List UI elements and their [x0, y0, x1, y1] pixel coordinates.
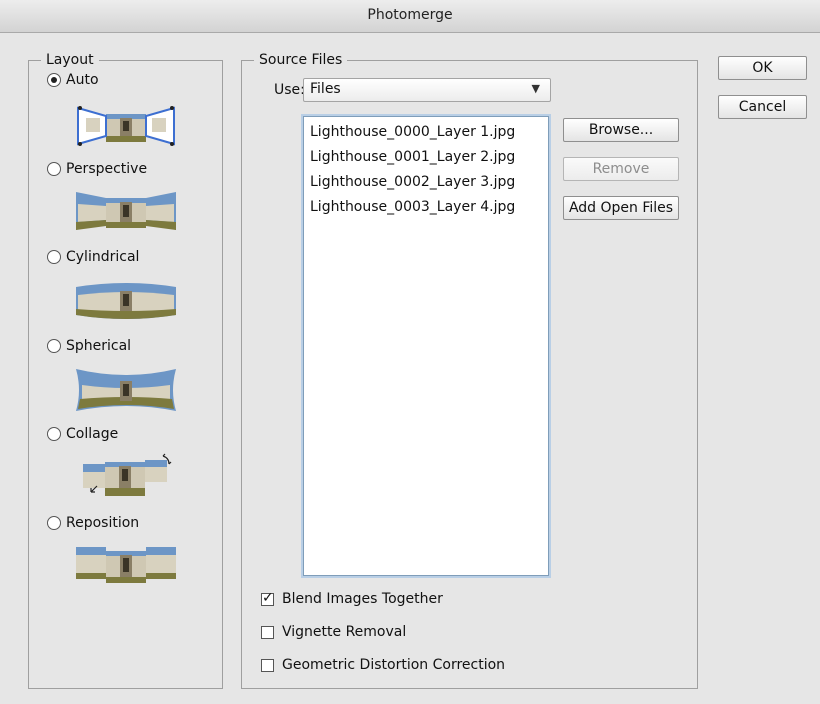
use-select-value: Files: [310, 81, 341, 97]
layout-perspective-radio[interactable]: Perspective: [47, 159, 147, 179]
checkbox-icon: [261, 625, 274, 639]
cancel-button[interactable]: Cancel: [718, 95, 807, 119]
use-label: Use:: [274, 82, 305, 98]
browse-button[interactable]: Browse...: [563, 118, 679, 142]
layout-perspective-label: Perspective: [66, 161, 148, 177]
file-list-item[interactable]: Lighthouse_0003_Layer 4.jpg: [310, 196, 515, 218]
perspective-thumbnail: [76, 188, 176, 232]
source-files-title: Source Files: [254, 51, 348, 69]
layout-cylindrical-radio[interactable]: Cylindrical: [47, 247, 139, 267]
window-title: Photomerge: [0, 0, 820, 33]
cylindrical-thumbnail: [76, 279, 176, 323]
layout-spherical-radio[interactable]: Spherical: [47, 336, 131, 356]
checkbox-icon: [261, 658, 274, 672]
spherical-thumbnail: [76, 367, 176, 413]
blend-images-label: Blend Images Together: [282, 591, 443, 607]
layout-reposition-label: Reposition: [66, 515, 140, 531]
layout-auto-label: Auto: [66, 72, 99, 88]
add-open-files-button[interactable]: Add Open Files: [563, 196, 679, 220]
radio-icon: [47, 516, 61, 530]
geometric-distortion-checkbox[interactable]: Geometric Distortion Correction: [261, 655, 505, 675]
file-list-item[interactable]: Lighthouse_0002_Layer 3.jpg: [310, 171, 515, 193]
layout-cylindrical-label: Cylindrical: [66, 249, 140, 265]
radio-icon: [47, 162, 61, 176]
layout-collage-radio[interactable]: Collage: [47, 424, 118, 444]
ok-button[interactable]: OK: [718, 56, 807, 80]
layout-reposition-radio[interactable]: Reposition: [47, 513, 139, 533]
radio-icon: [47, 250, 61, 264]
layout-spherical-label: Spherical: [66, 338, 132, 354]
collage-thumbnail: [83, 452, 183, 498]
vignette-removal-label: Vignette Removal: [282, 624, 407, 640]
reposition-thumbnail: [76, 545, 176, 585]
remove-button[interactable]: Remove: [563, 157, 679, 181]
layout-collage-label: Collage: [66, 426, 119, 442]
geometric-distortion-label: Geometric Distortion Correction: [282, 657, 506, 673]
checkbox-checked-icon: ✓: [261, 589, 274, 606]
auto-thumbnail: [76, 102, 176, 148]
radio-icon: [47, 427, 61, 441]
blend-images-checkbox[interactable]: ✓ Blend Images Together: [261, 589, 443, 609]
source-file-list[interactable]: Lighthouse_0000_Layer 1.jpg Lighthouse_0…: [303, 116, 549, 576]
layout-auto-radio[interactable]: Auto: [47, 70, 99, 90]
use-select[interactable]: Files ▼: [303, 78, 551, 102]
vignette-removal-checkbox[interactable]: Vignette Removal: [261, 622, 406, 642]
file-list-item[interactable]: Lighthouse_0000_Layer 1.jpg: [310, 121, 515, 143]
file-list-item[interactable]: Lighthouse_0001_Layer 2.jpg: [310, 146, 515, 168]
radio-selected-icon: [47, 73, 61, 87]
dropdown-arrow-icon: ▼: [531, 82, 540, 95]
layout-group-title: Layout: [41, 51, 99, 69]
radio-icon: [47, 339, 61, 353]
